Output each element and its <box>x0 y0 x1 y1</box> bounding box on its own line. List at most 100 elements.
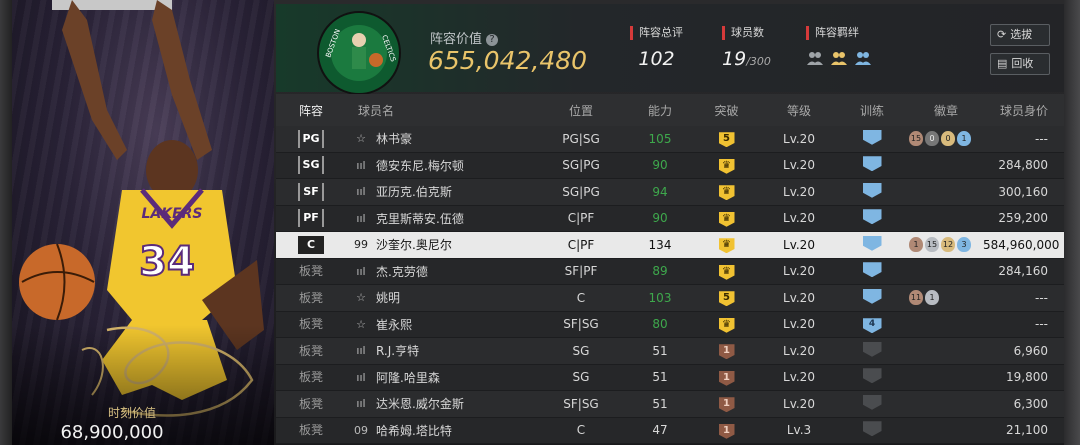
col-position[interactable]: 位置 <box>536 102 626 119</box>
training-icon[interactable] <box>862 394 882 410</box>
row-training-cell <box>839 341 905 360</box>
player-name[interactable]: 哈希姆.塔比特 <box>376 422 452 439</box>
bond-people-icon[interactable] <box>854 50 872 66</box>
breakthrough-icon[interactable]: ♛ <box>718 158 735 174</box>
table-row[interactable]: C 99 沙奎尔.奥尼尔 C|PF 134 ♛ Lv.20 1 15 12 3 584,960,000 <box>276 232 1066 259</box>
row-name-cell: ııl 克里斯蒂安.伍德 <box>346 210 536 227</box>
bond-icons[interactable] <box>806 50 872 66</box>
col-level[interactable]: 等级 <box>759 102 839 119</box>
recycle-button[interactable]: ▤ 回收 <box>990 53 1050 75</box>
slot-label: 板凳 <box>298 264 323 279</box>
training-icon[interactable] <box>862 288 882 304</box>
row-slot-cell: 板凳 <box>276 289 346 307</box>
training-icon[interactable] <box>862 156 882 172</box>
badge-icon[interactable]: 1 <box>909 237 923 253</box>
table-row[interactable]: PG ☆ 林书豪 PG|SG 105 5 Lv.20 15 0 0 1 --- <box>276 126 1066 153</box>
player-name[interactable]: 阿隆.哈里森 <box>376 369 440 386</box>
player-position: C <box>576 290 586 305</box>
row-slot-cell: SF <box>276 182 346 201</box>
select-button[interactable]: ⟳ 选拔 <box>990 24 1050 46</box>
rank-icon: ııl <box>356 185 366 199</box>
table-row[interactable]: PF ııl 克里斯蒂安.伍德 C|PF 90 ♛ Lv.20 259,200 <box>276 205 1066 232</box>
col-badges[interactable]: 徽章 <box>905 102 983 119</box>
training-icon[interactable]: 4 <box>862 318 882 334</box>
badge-icon[interactable]: 0 <box>941 131 955 147</box>
player-name[interactable]: 姚明 <box>376 289 400 306</box>
col-value[interactable]: 球员身价 <box>983 102 1066 119</box>
player-name[interactable]: 沙奎尔.奥尼尔 <box>376 236 452 253</box>
training-icon[interactable] <box>862 368 882 384</box>
table-row[interactable]: SF ııl 亚历克.伯克斯 SG|PG 94 ♛ Lv.20 300,160 <box>276 179 1066 206</box>
player-name[interactable]: 林书豪 <box>376 130 412 147</box>
player-count-block: 球员数 19/300 <box>722 26 771 70</box>
bond-people-icon[interactable] <box>806 50 824 66</box>
badge-icon[interactable]: 1 <box>925 290 939 306</box>
slot-label: 板凳 <box>298 343 323 358</box>
training-icon[interactable] <box>862 182 882 198</box>
table-row[interactable]: 板凳 ☆ 崔永熙 SF|SG 80 ♛ Lv.20 4 --- <box>276 311 1066 338</box>
breakthrough-icon[interactable]: 1 <box>718 344 735 360</box>
rank-icon: ııl <box>356 264 366 278</box>
player-level: Lv.20 <box>783 317 815 332</box>
player-name[interactable]: R.J.亨特 <box>376 342 419 359</box>
player-name[interactable]: 克里斯蒂安.伍德 <box>376 210 464 227</box>
row-badges-cell: 15 0 0 1 <box>905 131 983 147</box>
badge-icon[interactable]: 1 <box>957 131 971 147</box>
bond-people-icon[interactable] <box>830 50 848 66</box>
help-icon[interactable]: ? <box>486 34 499 46</box>
slot-label: PG <box>298 129 324 148</box>
breakthrough-icon[interactable]: 1 <box>718 370 735 386</box>
breakthrough-icon[interactable]: ♛ <box>718 317 735 333</box>
breakthrough-icon[interactable]: ♛ <box>718 211 735 227</box>
training-icon[interactable] <box>862 262 882 278</box>
breakthrough-icon[interactable]: ♛ <box>718 238 735 254</box>
breakthrough-icon[interactable]: ♛ <box>718 185 735 201</box>
training-icon[interactable] <box>862 341 882 357</box>
table-row[interactable]: 板凳 ııl 达米恩.威尔金斯 SF|SG 51 1 Lv.20 6,300 <box>276 391 1066 418</box>
row-name-cell: ııl 杰.克劳德 <box>346 263 536 280</box>
player-name[interactable]: 亚历克.伯克斯 <box>376 183 452 200</box>
table-row[interactable]: 板凳 ııl 杰.克劳德 SF|PF 89 ♛ Lv.20 284,160 <box>276 258 1066 285</box>
breakthrough-icon[interactable]: ♛ <box>718 264 735 280</box>
row-name-cell: ııl 亚历克.伯克斯 <box>346 183 536 200</box>
roster-table: 阵容 球员名 位置 能力 突破 等级 训练 徽章 球员身价 PG ☆ 林书豪 PG|S… <box>276 94 1066 444</box>
table-row[interactable]: 板凳 09 哈希姆.塔比特 C 47 1 Lv.3 21,100 <box>276 417 1066 444</box>
training-icon[interactable] <box>862 209 882 225</box>
player-position: C|PF <box>567 211 595 226</box>
table-row[interactable]: 板凳 ııl R.J.亨特 SG 51 1 Lv.20 6,960 <box>276 338 1066 365</box>
badge-icon[interactable]: 12 <box>941 237 955 253</box>
player-count-max: /300 <box>746 55 771 68</box>
player-name[interactable]: 杰.克劳德 <box>376 263 428 280</box>
badge-icon[interactable]: 11 <box>909 290 923 306</box>
badge-icon[interactable]: 15 <box>909 131 923 147</box>
training-icon[interactable] <box>862 129 882 145</box>
player-name[interactable]: 德安东尼.梅尔顿 <box>376 157 464 174</box>
table-row[interactable]: 板凳 ııl 阿隆.哈里森 SG 51 1 Lv.20 19,800 <box>276 364 1066 391</box>
slot-label: 板凳 <box>298 290 323 305</box>
col-lineup[interactable]: 阵容 <box>276 102 346 119</box>
breakthrough-icon[interactable]: 5 <box>718 291 735 307</box>
training-icon[interactable] <box>862 235 882 251</box>
row-training-cell <box>839 209 905 227</box>
col-training[interactable]: 训练 <box>839 102 905 119</box>
badge-icon[interactable]: 15 <box>925 237 939 253</box>
player-ability: 105 <box>648 131 672 146</box>
player-card[interactable]: LAKERS 34 时刻价值 68,900,000 <box>12 0 274 445</box>
rank-icon: ııl <box>356 344 366 358</box>
breakthrough-icon[interactable]: 1 <box>718 397 735 413</box>
player-level: Lv.20 <box>783 343 815 358</box>
col-ability[interactable]: 能力 <box>626 102 694 119</box>
breakthrough-icon[interactable]: 1 <box>718 423 735 439</box>
breakthrough-icon[interactable]: 5 <box>718 132 735 148</box>
badge-icon[interactable]: 0 <box>925 131 939 147</box>
row-badges-cell: 11 1 <box>905 290 983 306</box>
table-row[interactable]: 板凳 ☆ 姚明 C 103 5 Lv.20 11 1 --- <box>276 285 1066 312</box>
col-breakthrough[interactable]: 突破 <box>694 102 759 119</box>
rank-icon: 99 <box>354 238 368 252</box>
player-name[interactable]: 达米恩.威尔金斯 <box>376 395 464 412</box>
player-name[interactable]: 崔永熙 <box>376 316 412 333</box>
training-icon[interactable] <box>862 421 882 437</box>
table-row[interactable]: SG ııl 德安东尼.梅尔顿 SG|PG 90 ♛ Lv.20 284,800 <box>276 152 1066 179</box>
col-name[interactable]: 球员名 <box>346 102 536 119</box>
badge-icon[interactable]: 3 <box>957 237 971 253</box>
